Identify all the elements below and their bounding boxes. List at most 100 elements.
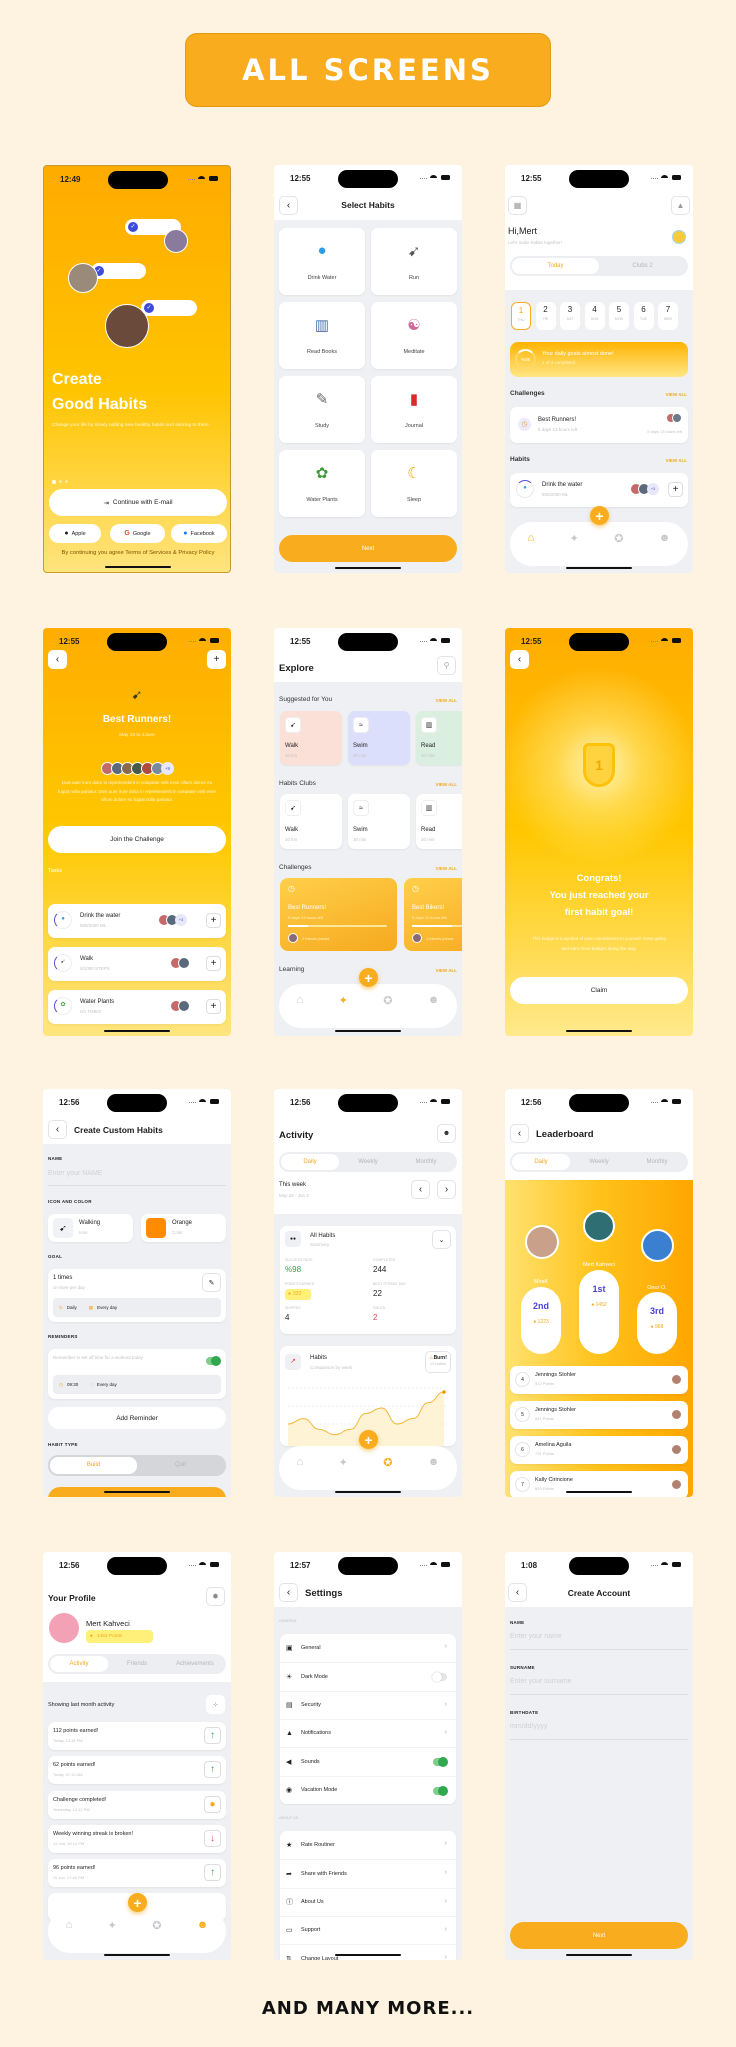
- habit-option[interactable]: ✿ Water Plants: [279, 450, 365, 517]
- club-card[interactable]: ➹ Walk 10 km: [280, 794, 342, 849]
- goal-schedule[interactable]: ↻ Daily ▦ Every day: [53, 1298, 221, 1317]
- nav-home-icon[interactable]: ⌂: [297, 994, 304, 1028]
- suggeste-card[interactable]: ➹ Walk 10 km: [280, 711, 342, 765]
- challenge-card[interactable]: ◷ Best Runners! 5 days 13 hours left 2 frie…: [280, 878, 397, 951]
- nav-explore-icon[interactable]: ✦: [108, 1919, 117, 1953]
- habit-option[interactable]: ➹ Run: [371, 228, 457, 295]
- notification-button[interactable]: ▲: [671, 196, 690, 215]
- continue-email-button[interactable]: ⇥ Continue with E-mail: [49, 489, 227, 516]
- day-chip[interactable]: 3 SAT: [560, 302, 580, 330]
- nav-explore-icon[interactable]: ✦: [339, 994, 348, 1028]
- tab-clubs[interactable]: Clubs 2: [599, 258, 686, 274]
- rank-row[interactable]: 7 Kally Cirincione 653 Points: [510, 1471, 688, 1497]
- nav-home-icon[interactable]: ⌂: [66, 1919, 73, 1953]
- learning-view-all[interactable]: VIEW ALL: [436, 968, 457, 973]
- previous-week-button[interactable]: ‹: [411, 1180, 430, 1199]
- rank-row[interactable]: 4 Jennings Stohler 912 Points: [510, 1366, 688, 1394]
- activity-item[interactable]: 96 points earned! 11 Jun, 17:45 PM ↑: [48, 1859, 226, 1888]
- back-button[interactable]: ‹: [279, 1583, 298, 1602]
- nav-medal-icon[interactable]: ✪: [614, 532, 623, 566]
- rank-row[interactable]: 6 Amelina Aguila 731 Points: [510, 1436, 688, 1464]
- back-button[interactable]: ‹: [48, 1120, 67, 1139]
- settings-toggle[interactable]: [433, 1785, 448, 1796]
- day-chip[interactable]: 2 FRI: [535, 302, 556, 330]
- nav-explore-icon[interactable]: ✦: [570, 532, 579, 566]
- next-week-button[interactable]: ›: [437, 1180, 456, 1199]
- icon-picker[interactable]: ➹ Walking Icon: [48, 1214, 133, 1242]
- terms-link[interactable]: By continuing you agree Terms of Service…: [44, 549, 230, 557]
- edit-goal-button[interactable]: ✎: [202, 1273, 221, 1292]
- goal-card[interactable]: 1 times or more per day ✎ ↻ Daily ▦ Every d…: [48, 1269, 226, 1322]
- add-progress-button[interactable]: +: [206, 999, 221, 1014]
- reminder-toggle[interactable]: [206, 1356, 221, 1366]
- task-card[interactable]: ➹ Walk 0/1000 STEPS +: [48, 947, 226, 981]
- add-reminder-button[interactable]: Add Reminder: [48, 1407, 226, 1429]
- name-input[interactable]: Enter your NAME: [48, 1170, 226, 1186]
- calendar-button[interactable]: ▦: [508, 196, 527, 215]
- day-chip[interactable]: 4 SUN: [584, 302, 605, 330]
- fab-add-button[interactable]: +: [359, 968, 378, 987]
- tab-weekly[interactable]: Weekly: [339, 1154, 397, 1170]
- habit-option[interactable]: ▮ Journal: [371, 376, 457, 443]
- challenge-card[interactable]: ◷ Best Bikers! 5 days 11 hours left 1 frien…: [404, 878, 462, 951]
- settings-row[interactable]: ➦ Share with Friends ›: [280, 1859, 456, 1887]
- habit-card[interactable]: ● Drink the water 500/2000 ML +3 +: [510, 473, 688, 507]
- settings-row[interactable]: ▤ Security ›: [280, 1690, 456, 1719]
- activity-item[interactable]: 62 points earned! Today, 07:12 AM ↑: [48, 1756, 226, 1785]
- search-button[interactable]: ⚲: [437, 656, 456, 675]
- day-chip[interactable]: 1 THU: [511, 302, 531, 330]
- fab-add-button[interactable]: +: [359, 1430, 378, 1449]
- suggeste-card[interactable]: ▥ Read 20 min: [416, 711, 462, 765]
- task-card[interactable]: ✿ Water Plants 0/1 TIMES +: [48, 990, 226, 1024]
- google-button[interactable]: G Google: [110, 524, 165, 543]
- settings-row[interactable]: ☀ Dark Mode: [280, 1662, 456, 1690]
- habit-type-quit[interactable]: Quit: [137, 1457, 224, 1474]
- tab-daily[interactable]: Daily: [281, 1154, 339, 1170]
- add-progress-button[interactable]: +: [668, 482, 683, 497]
- habit-option[interactable]: ▥ Read Books: [279, 302, 365, 369]
- nav-home-icon[interactable]: ⌂: [528, 532, 535, 566]
- habits-view-all[interactable]: VIEW ALL: [666, 458, 687, 463]
- habit-option[interactable]: ☾ Sleep: [371, 450, 457, 517]
- settings-row[interactable]: ◉ Vacation Mode: [280, 1775, 456, 1804]
- nav-profile-icon[interactable]: ☻: [659, 532, 671, 566]
- suggested-view-all[interactable]: VIEW ALL: [436, 698, 457, 703]
- settings-row[interactable]: ★ Rate Routiner ›: [280, 1831, 456, 1859]
- nav-profile-icon[interactable]: ☻: [428, 994, 440, 1028]
- suggeste-card[interactable]: ≈ Swim 30 min: [348, 711, 410, 765]
- day-chip[interactable]: 5 MON: [609, 302, 629, 330]
- tab-monthly[interactable]: Monthly: [397, 1154, 455, 1170]
- fab-add-button[interactable]: +: [128, 1893, 147, 1912]
- tab-today[interactable]: Today: [512, 258, 599, 274]
- nav-explore-icon[interactable]: ✦: [339, 1456, 348, 1490]
- nav-home-icon[interactable]: ⌂: [297, 1456, 304, 1490]
- activity-item[interactable]: Weekly winning streak is broken! 12 Jun, …: [48, 1824, 226, 1853]
- friends-button[interactable]: ☻: [437, 1124, 456, 1143]
- nav-profile-icon[interactable]: ☻: [428, 1456, 440, 1490]
- settings-row[interactable]: ▲ Notifications ›: [280, 1718, 456, 1747]
- next-button[interactable]: Next: [510, 1922, 688, 1949]
- habit-option[interactable]: ● Drink Water: [279, 228, 365, 295]
- reminder-card[interactable]: Remember to set off time for a workout t…: [48, 1349, 226, 1399]
- task-card[interactable]: ● Drink the water 500/2000 ML +3 +: [48, 904, 226, 938]
- color-picker[interactable]: Orange Color: [141, 1214, 226, 1242]
- settings-toggle[interactable]: [433, 1757, 448, 1768]
- expand-button[interactable]: ⌄: [432, 1230, 451, 1249]
- settings-row[interactable]: ◀ Sounds: [280, 1747, 456, 1775]
- day-chip[interactable]: 6 TUE: [633, 302, 654, 330]
- next-button[interactable]: Next: [279, 535, 457, 562]
- habit-type-build[interactable]: Build: [50, 1457, 137, 1474]
- activity-item[interactable]: 112 points earned! Today, 12:34 PM ↑: [48, 1722, 226, 1750]
- day-chip[interactable]: 7 WED: [658, 302, 678, 330]
- habit-option[interactable]: ✎ Study: [279, 376, 365, 443]
- club-card[interactable]: ≈ Swim 30 min: [348, 794, 410, 849]
- settings-row[interactable]: ⇅ Change Layout ›: [280, 1944, 456, 1960]
- form-input[interactable]: Enter your name: [510, 1633, 688, 1650]
- activity-item[interactable]: Challenge completed! Yesterday, 14:12 PM ●: [48, 1790, 226, 1819]
- nav-medal-icon[interactable]: ✪: [152, 1919, 161, 1953]
- settings-row[interactable]: ▣ General ›: [280, 1634, 456, 1662]
- reminder-schedule[interactable]: ◷ 09:30 ▯ Every day: [53, 1375, 221, 1394]
- form-input[interactable]: Enter your surname: [510, 1678, 688, 1695]
- form-input[interactable]: mm/dd/yyyy: [510, 1723, 688, 1740]
- back-button[interactable]: ‹: [510, 650, 529, 669]
